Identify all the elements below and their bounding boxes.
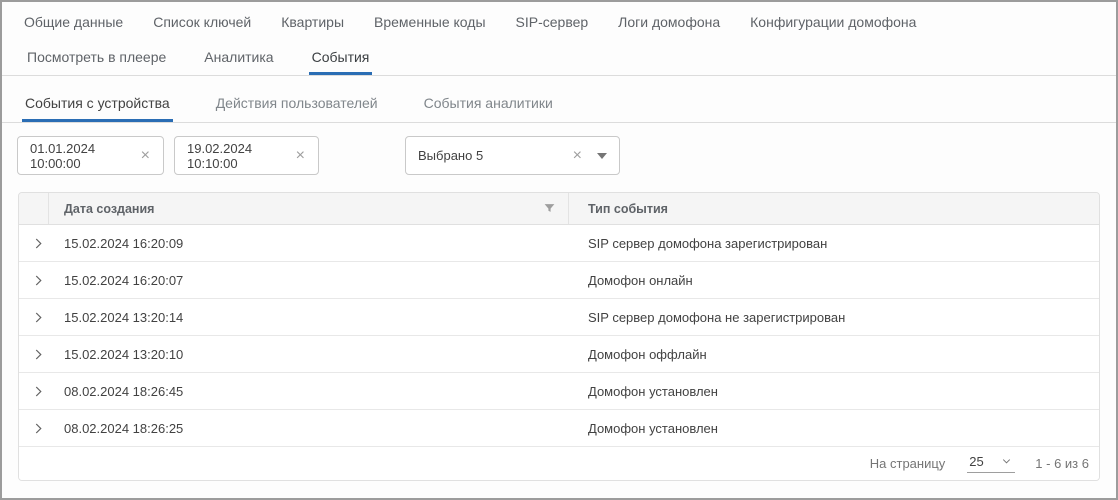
row-type: Домофон оффлайн: [569, 347, 1099, 362]
tab-kvartiry[interactable]: Квартиры: [281, 14, 344, 30]
tab-analitika[interactable]: Аналитика: [201, 42, 276, 75]
per-page-value: 25: [969, 454, 983, 469]
type-column-header: Тип события: [569, 193, 1099, 224]
tab-obshchie-dannye[interactable]: Общие данные: [24, 14, 123, 30]
funnel-filter-icon[interactable]: [543, 202, 556, 215]
expand-column-header: [19, 193, 49, 224]
tab-posmotret-v-pleere[interactable]: Посмотреть в плеере: [24, 42, 169, 75]
subtab-sobytiya-s-ustroystva[interactable]: События с устройства: [22, 76, 173, 122]
expand-row-icon[interactable]: [31, 384, 46, 399]
row-type: Домофон установлен: [569, 421, 1099, 436]
expand-row-icon[interactable]: [31, 236, 46, 251]
table-row[interactable]: 15.02.2024 13:20:14 SIP сервер домофона …: [19, 299, 1099, 336]
table-row[interactable]: 15.02.2024 13:20:10 Домофон оффлайн: [19, 336, 1099, 373]
expand-row-icon[interactable]: [31, 310, 46, 325]
pagination-range: 1 - 6 из 6: [1035, 456, 1089, 471]
row-date: 15.02.2024 16:20:09: [49, 236, 569, 251]
clear-icon[interactable]: ×: [295, 148, 306, 164]
events-subtab-bar: События с устройства Действия пользовате…: [2, 76, 1116, 123]
events-table: Дата создания Тип события 15.02.2024 16:…: [18, 192, 1100, 481]
row-type: SIP сервер домофона зарегистрирован: [569, 236, 1099, 251]
event-type-select[interactable]: Выбрано 5 ×: [405, 136, 620, 175]
row-date: 08.02.2024 18:26:45: [49, 384, 569, 399]
secondary-tab-bar: Посмотреть в плеере Аналитика События: [2, 42, 1116, 76]
row-date: 15.02.2024 16:20:07: [49, 273, 569, 288]
clear-icon[interactable]: ×: [140, 148, 151, 164]
date-column-label: Дата создания: [64, 202, 154, 216]
event-type-select-value: Выбрано 5: [418, 148, 483, 163]
date-from-value: 01.01.2024 10:00:00: [30, 141, 140, 171]
row-date: 08.02.2024 18:26:25: [49, 421, 569, 436]
table-footer: На страницу 25 1 - 6 из 6: [19, 447, 1099, 480]
table-row[interactable]: 15.02.2024 16:20:07 Домофон онлайн: [19, 262, 1099, 299]
date-to-input[interactable]: 19.02.2024 10:10:00 ×: [174, 136, 319, 175]
tab-sobytiya[interactable]: События: [309, 42, 373, 75]
subtab-sobytiya-analitiki[interactable]: События аналитики: [421, 76, 556, 122]
row-type: Домофон онлайн: [569, 273, 1099, 288]
expand-row-icon[interactable]: [31, 421, 46, 436]
row-date: 15.02.2024 13:20:10: [49, 347, 569, 362]
row-date: 15.02.2024 13:20:14: [49, 310, 569, 325]
expand-row-icon[interactable]: [31, 273, 46, 288]
table-row[interactable]: 08.02.2024 18:26:25 Домофон установлен: [19, 410, 1099, 447]
main-tab-bar: Общие данные Список ключей Квартиры Врем…: [2, 2, 1116, 42]
subtab-deystviya-polzovateley[interactable]: Действия пользователей: [213, 76, 381, 122]
table-header-row: Дата создания Тип события: [19, 193, 1099, 225]
expand-row-icon[interactable]: [31, 347, 46, 362]
per-page-label: На страницу: [870, 456, 946, 471]
date-to-value: 19.02.2024 10:10:00: [187, 141, 295, 171]
clear-icon[interactable]: ×: [572, 148, 583, 164]
tab-vremennye-kody[interactable]: Временные коды: [374, 14, 486, 30]
row-type: SIP сервер домофона не зарегистрирован: [569, 310, 1099, 325]
date-column-header: Дата создания: [49, 193, 569, 224]
caret-down-icon[interactable]: [597, 153, 607, 159]
tab-konfiguracii-domofona[interactable]: Конфигурации домофона: [750, 14, 916, 30]
per-page-select[interactable]: 25: [967, 454, 1015, 473]
type-column-label: Тип события: [588, 202, 668, 216]
date-from-input[interactable]: 01.01.2024 10:00:00 ×: [17, 136, 164, 175]
filters-row: 01.01.2024 10:00:00 × 19.02.2024 10:10:0…: [17, 136, 1116, 175]
tab-spisok-klyuchey[interactable]: Список ключей: [153, 14, 251, 30]
table-row[interactable]: 15.02.2024 16:20:09 SIP сервер домофона …: [19, 225, 1099, 262]
app-window: Общие данные Список ключей Квартиры Врем…: [0, 0, 1118, 500]
tab-sip-server[interactable]: SIP-сервер: [516, 14, 589, 30]
row-type: Домофон установлен: [569, 384, 1099, 399]
tab-logi-domofona[interactable]: Логи домофона: [618, 14, 720, 30]
chevron-down-icon: [1000, 455, 1013, 468]
table-row[interactable]: 08.02.2024 18:26:45 Домофон установлен: [19, 373, 1099, 410]
